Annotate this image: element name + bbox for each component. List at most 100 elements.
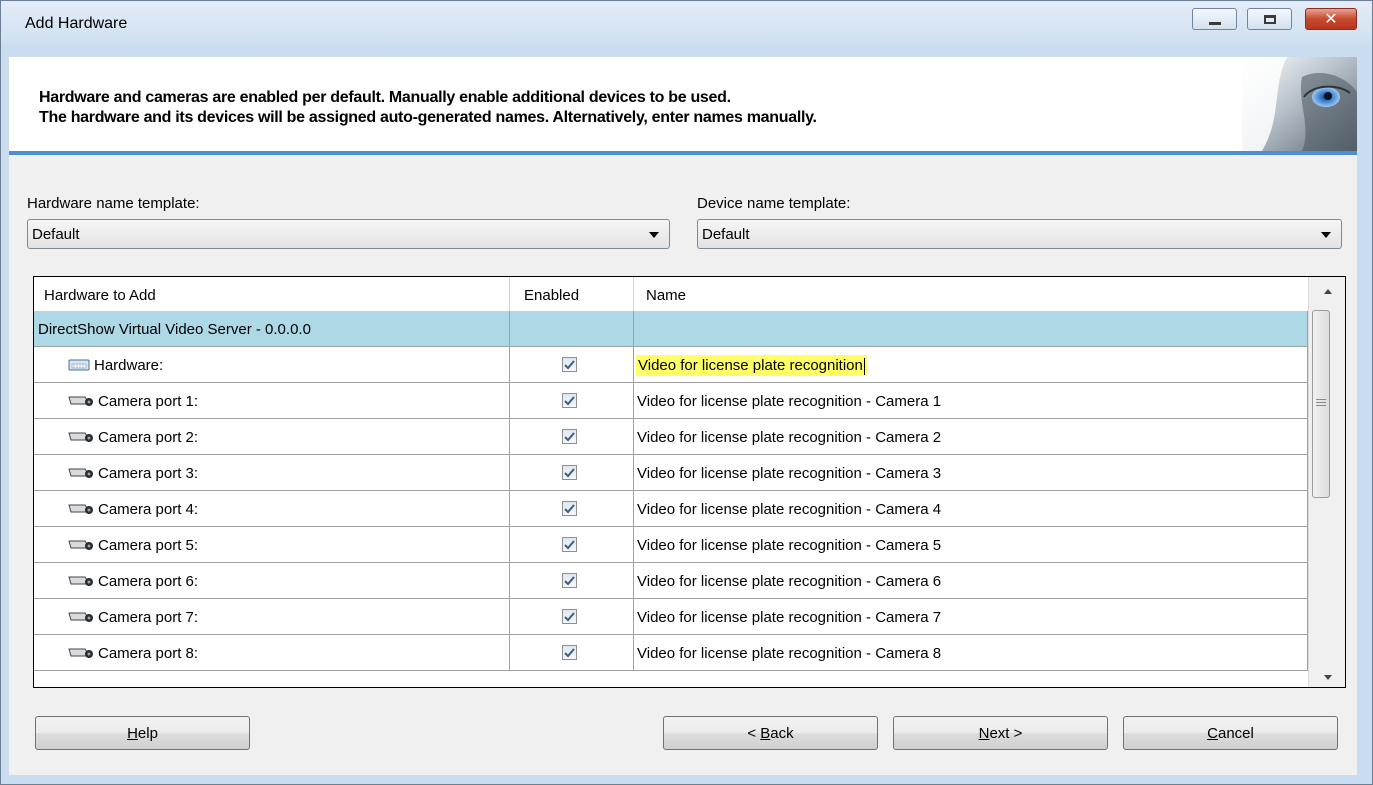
group-row-name	[634, 311, 1308, 347]
scroll-thumb[interactable]	[1312, 310, 1330, 498]
row-label-cell: Hardware:	[34, 347, 510, 383]
next-button[interactable]: Next >	[893, 716, 1108, 750]
banner-line-1: Hardware and cameras are enabled per def…	[39, 89, 731, 106]
row-label: Camera port 3:	[98, 465, 199, 482]
banner-line-2: The hardware and its devices will be ass…	[39, 109, 817, 126]
wolf-logo-icon	[1242, 57, 1357, 151]
wizard-banner: Hardware and cameras are enabled per def…	[9, 57, 1357, 155]
enabled-checkbox[interactable]	[562, 465, 577, 480]
back-button[interactable]: < Back	[663, 716, 878, 750]
grid-header: Hardware to Add Enabled Name	[34, 277, 1308, 312]
row-name: Video for license plate recognition - Ca…	[637, 573, 942, 590]
chevron-down-icon	[1323, 674, 1332, 680]
column-header-hardware[interactable]: Hardware to Add	[34, 277, 510, 311]
hardware-name-template-label: Hardware name template:	[27, 195, 200, 212]
row-name-cell[interactable]: Video for license plate recognition	[634, 347, 1308, 383]
device-name-template-select[interactable]: Default	[697, 219, 1342, 249]
table-row[interactable]: Camera port 2: Video for license plate r…	[34, 419, 1308, 455]
row-enabled-cell	[510, 599, 634, 635]
camera-icon	[68, 504, 93, 514]
table-row[interactable]: Camera port 7: Video for license plate r…	[34, 599, 1308, 635]
checkmark-icon	[564, 431, 575, 441]
cancel-mnemonic: C	[1207, 724, 1218, 742]
row-label: Camera port 7:	[98, 609, 199, 626]
next-mnemonic: N	[978, 724, 990, 742]
title-bar: Add Hardware ✕	[1, 1, 1372, 45]
help-button[interactable]: Help	[35, 716, 250, 750]
device-name-template-label: Device name template:	[697, 195, 851, 212]
row-name-cell[interactable]: Video for license plate recognition - Ca…	[634, 455, 1308, 491]
enabled-checkbox[interactable]	[562, 645, 577, 660]
scroll-down-button[interactable]	[1309, 667, 1345, 687]
cancel-button[interactable]: Cancel	[1123, 716, 1338, 750]
row-label-cell: Camera port 1:	[34, 383, 510, 419]
group-row[interactable]: DirectShow Virtual Video Server - 0.0.0.…	[34, 311, 1308, 347]
row-name-cell[interactable]: Video for license plate recognition - Ca…	[634, 563, 1308, 599]
row-name-cell[interactable]: Video for license plate recognition - Ca…	[634, 491, 1308, 527]
help-mnemonic: H	[127, 724, 138, 742]
window-title: Add Hardware	[25, 15, 128, 32]
close-button[interactable]: ✕	[1305, 8, 1357, 30]
checkmark-icon	[564, 359, 575, 369]
checkmark-icon	[564, 647, 575, 657]
table-row[interactable]: Camera port 3: Video for license plate r…	[34, 455, 1308, 491]
enabled-checkbox[interactable]	[562, 393, 577, 408]
table-row[interactable]: Camera port 5: Video for license plate r…	[34, 527, 1308, 563]
row-enabled-cell	[510, 383, 634, 419]
row-enabled-cell	[510, 527, 634, 563]
checkmark-icon	[564, 467, 575, 477]
row-enabled-cell	[510, 491, 634, 527]
camera-icon	[68, 648, 93, 658]
chevron-down-icon	[649, 232, 659, 238]
row-name-cell[interactable]: Video for license plate recognition - Ca…	[634, 383, 1308, 419]
camera-icon	[68, 468, 93, 478]
row-name: Video for license plate recognition - Ca…	[637, 501, 942, 518]
hardware-grid[interactable]: Hardware to Add Enabled Name DirectShow …	[33, 276, 1346, 688]
row-label: Hardware:	[94, 357, 164, 374]
chevron-down-icon	[1321, 232, 1331, 238]
row-label: Camera port 4:	[98, 501, 199, 518]
row-name-cell[interactable]: Video for license plate recognition - Ca…	[634, 635, 1308, 671]
hardware-name-template-value: Default	[32, 226, 80, 243]
vertical-scrollbar[interactable]	[1308, 277, 1345, 687]
maximize-button[interactable]	[1247, 8, 1292, 30]
enabled-checkbox[interactable]	[562, 501, 577, 516]
enabled-checkbox[interactable]	[562, 429, 577, 444]
row-label-cell: Camera port 7:	[34, 599, 510, 635]
row-name-cell[interactable]: Video for license plate recognition - Ca…	[634, 527, 1308, 563]
camera-icon	[68, 396, 93, 406]
row-name-cell[interactable]: Video for license plate recognition - Ca…	[634, 419, 1308, 455]
column-header-enabled[interactable]: Enabled	[510, 277, 634, 311]
row-name: Video for license plate recognition - Ca…	[637, 537, 942, 554]
name-edit-field[interactable]: Video for license plate recognition	[636, 355, 867, 376]
enabled-checkbox[interactable]	[562, 357, 577, 372]
minimize-icon	[1208, 21, 1221, 25]
row-label: Camera port 8:	[98, 645, 199, 662]
wizard-body: Hardware name template: Default Device n…	[9, 155, 1357, 775]
column-header-name[interactable]: Name	[634, 277, 1308, 311]
checkmark-icon	[564, 539, 575, 549]
cancel-label: ancel	[1217, 724, 1254, 742]
table-row[interactable]: Camera port 1: Video for license plate r…	[34, 383, 1308, 419]
table-row[interactable]: Camera port 6: Video for license plate r…	[34, 563, 1308, 599]
row-name: Video for license plate recognition - Ca…	[637, 429, 942, 446]
minimize-button[interactable]	[1192, 8, 1237, 30]
row-label: Camera port 5:	[98, 537, 199, 554]
scroll-up-button[interactable]	[1309, 281, 1345, 301]
row-name: Video for license plate recognition - Ca…	[637, 393, 942, 410]
enabled-checkbox[interactable]	[562, 537, 577, 552]
table-row[interactable]: Hardware: Video for license plate recogn…	[34, 347, 1308, 383]
close-icon: ✕	[1324, 9, 1338, 28]
group-row-label: DirectShow Virtual Video Server - 0.0.0.…	[34, 311, 510, 347]
hardware-name-template-select[interactable]: Default	[27, 219, 670, 249]
back-mnemonic: B	[760, 724, 771, 742]
enabled-checkbox[interactable]	[562, 573, 577, 588]
row-name-cell[interactable]: Video for license plate recognition - Ca…	[634, 599, 1308, 635]
enabled-checkbox[interactable]	[562, 609, 577, 624]
table-row[interactable]: Camera port 8: Video for license plate r…	[34, 635, 1308, 671]
row-enabled-cell	[510, 419, 634, 455]
row-enabled-cell	[510, 347, 634, 383]
banner-instructions: Hardware and cameras are enabled per def…	[39, 88, 817, 128]
table-row[interactable]: Camera port 4: Video for license plate r…	[34, 491, 1308, 527]
add-hardware-window: Add Hardware ✕ Hardware and cameras are …	[0, 0, 1373, 785]
